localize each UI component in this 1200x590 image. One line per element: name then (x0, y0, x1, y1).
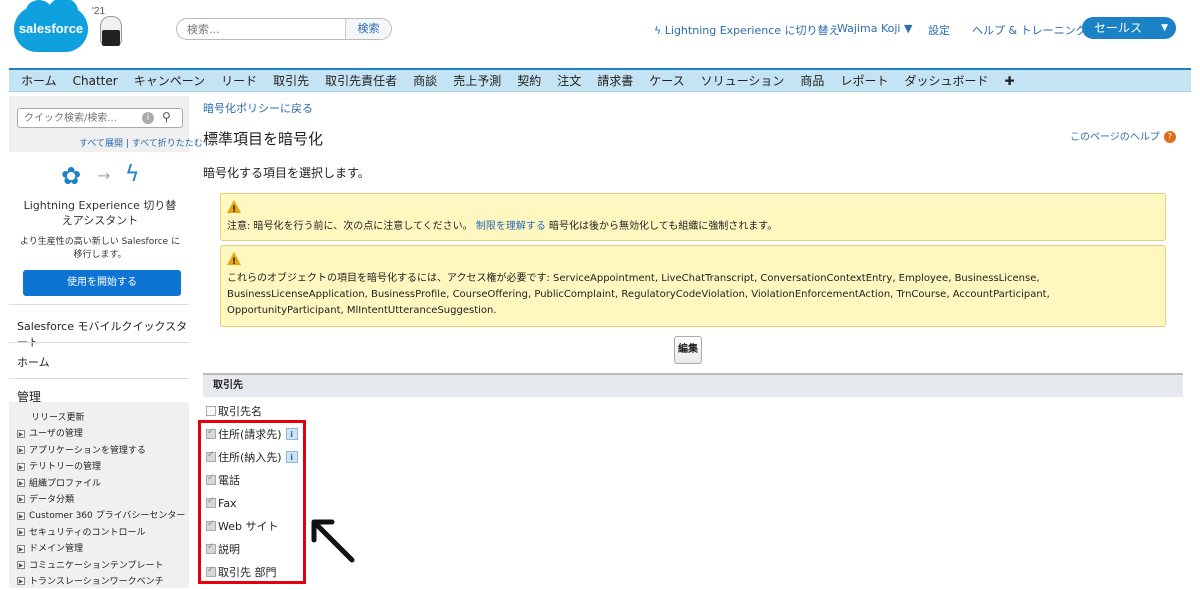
admin-menu-item[interactable]: ▶ コミュニケーションテンプレート (17, 558, 189, 574)
add-tab-icon[interactable]: ✚ (996, 74, 1022, 88)
tab-item[interactable]: 請求書 (589, 72, 641, 89)
salesforce-logo[interactable]: salesforce (14, 0, 88, 52)
admin-menu-item[interactable]: ▶ ユーザの管理 (17, 426, 189, 442)
lightning-bolt-icon: ϟ (654, 24, 662, 37)
lightning-flow-graphic: ✿ → ϟ (61, 162, 151, 192)
expand-icon[interactable]: ▶ (17, 561, 25, 570)
setup-link[interactable]: 設定 (928, 22, 950, 38)
expand-icon[interactable]: ▶ (17, 446, 25, 455)
classic-flower-icon: ✿ (61, 162, 82, 190)
admin-menu-item[interactable]: ▶ テリトリーの管理 (17, 459, 189, 475)
arrow-right-icon: → (97, 166, 111, 185)
info-icon[interactable]: i (142, 112, 154, 124)
annotation-highlight-box (198, 420, 306, 584)
expand-collapse-links[interactable]: すべて展開 | すべて折りたたむ (79, 136, 203, 149)
admin-menu-item-label: 組織プロファイル (29, 478, 102, 489)
quick-find: i ⚲ (17, 108, 183, 128)
expand-icon[interactable]: ▶ (17, 544, 25, 553)
admin-menu-item-label: トランスレーションワークベンチ (29, 576, 164, 587)
admin-menu-item-label: ユーザの管理 (29, 429, 83, 440)
section-header-account: 取引先 (203, 373, 1183, 397)
tab-item[interactable]: 取引先責任者 (317, 72, 405, 89)
warning-icon (227, 200, 241, 218)
divider (9, 342, 189, 343)
tab-item[interactable]: ダッシュボード (896, 72, 996, 89)
lightning-assistant-description: より生産性の高い新しい Salesforce に移行します。 (19, 237, 181, 260)
global-search-button[interactable]: 検索 (345, 19, 391, 39)
tab-item[interactable]: ケース (641, 72, 692, 89)
mascot-dress (102, 30, 120, 46)
admin-menu-item-label: テリトリーの管理 (29, 462, 102, 473)
expand-icon[interactable]: ▶ (17, 429, 25, 438)
admin-menu-item[interactable]: ▶ ドメイン管理 (17, 541, 189, 557)
annotation-arrow-icon (311, 519, 355, 563)
global-search-input[interactable] (185, 21, 345, 37)
edit-button[interactable]: 編集 (674, 336, 702, 364)
page-subtitle: 暗号化する項目を選択します。 (203, 166, 370, 180)
warning-box-limits: 注意: 暗号化を行う前に、次の点に注意してください。 制限を理解する 暗号化は後… (220, 193, 1166, 241)
tab-item[interactable]: 契約 (509, 72, 549, 89)
mobile-quickstart-link[interactable]: Salesforce モバイルクイックスタート (17, 318, 189, 350)
admin-menu-item[interactable]: ▶ アプリケーションを管理する (17, 443, 189, 459)
tab-item[interactable]: ホーム (13, 72, 65, 89)
back-to-encryption-policy-link[interactable]: 暗号化ポリシーに戻る (203, 100, 313, 116)
sidebar: i ⚲ すべて展開 | すべて折りたたむ ✿ → ϟ Lightning Exp… (9, 96, 203, 590)
global-header: salesforce '21 検索 ϟ Lightning Experience… (0, 0, 1200, 64)
lightning-bolt-icon: ϟ (125, 162, 140, 187)
switch-to-lightning-link[interactable]: ϟ Lightning Experience に切り替え (654, 22, 840, 38)
help-icon: ? (1163, 131, 1176, 143)
divider (9, 304, 189, 305)
expand-icon[interactable]: ▶ (17, 577, 25, 586)
admin-menu-item-label: リリース更新 (31, 413, 85, 423)
tab-item[interactable]: レポート (832, 72, 896, 89)
admin-menu-item-label: セキュリティのコントロール (29, 527, 146, 538)
global-search: 検索 (176, 18, 392, 40)
tab-item[interactable]: 注文 (549, 72, 589, 89)
expand-icon[interactable]: ▶ (17, 511, 25, 520)
quick-find-input[interactable] (22, 111, 132, 125)
admin-menu-item[interactable]: ▶ 組織プロファイル (17, 476, 189, 492)
admin-menu-item-label: データ分類 (29, 494, 75, 505)
field-checkbox[interactable] (206, 406, 216, 417)
user-menu[interactable]: Wajima Koji ▼ (837, 22, 912, 35)
admin-menu-item[interactable]: リリース更新 (17, 410, 189, 426)
expand-icon[interactable]: ▶ (17, 528, 25, 537)
help-for-page-link[interactable]: このページのヘルプ? (1070, 128, 1176, 143)
tab-item[interactable]: リード (213, 72, 265, 89)
admin-menu-item[interactable]: ▶ セキュリティのコントロール (17, 525, 189, 541)
tab-item[interactable]: 商品 (792, 72, 832, 89)
tab-bar: ホーム Chatter キャンペーン リード 取引先 取引先責任者 商談 売上予測 契約 注文 請求… (9, 68, 1191, 92)
warning-box-access: これらのオブジェクトの項目を暗号化するには、アクセス権が必要です: Servic… (220, 245, 1166, 327)
caret-down-icon: ▼ (1161, 23, 1168, 33)
expand-icon[interactable]: ▶ (17, 495, 25, 504)
release-year-label: '21 (92, 6, 106, 17)
get-started-button[interactable]: 使用を開始する (23, 270, 181, 296)
admin-menu-item-label: ドメイン管理 (29, 544, 84, 555)
lightning-assistant-title: Lightning Experience 切り替えアシスタント (23, 199, 177, 227)
admin-menu: リリース更新 ▶ ユーザの管理 ▶ アプリケーションを管理する ▶ テリトリーの管理 ▶ 組織プ… (17, 410, 189, 590)
tab-item[interactable]: 売上予測 (445, 72, 509, 89)
app-switcher[interactable]: セールス ▼ (1082, 17, 1176, 39)
field-label: 取引先名 (218, 405, 262, 419)
expand-icon[interactable]: ▶ (17, 462, 25, 471)
expand-icon[interactable]: ▶ (17, 479, 25, 488)
admin-menu-item-label: Customer 360 プライバシーセンター (29, 511, 186, 522)
admin-menu-item-label: アプリケーションを管理する (29, 445, 146, 456)
warning-icon (227, 252, 241, 270)
tab-item[interactable]: 取引先 (265, 72, 317, 89)
tab-item[interactable]: ソリューション (693, 72, 793, 89)
divider (9, 378, 189, 379)
admin-section-title: 管理 (17, 390, 42, 404)
admin-menu-item[interactable]: ▶ データ分類 (17, 492, 189, 508)
admin-menu-item-label: コミュニケーションテンプレート (29, 560, 164, 571)
admin-menu-item[interactable]: ▶ Customer 360 プライバシーセンター (17, 508, 189, 524)
home-link[interactable]: ホーム (17, 354, 50, 370)
help-training-link[interactable]: ヘルプ & トレーニング (972, 22, 1087, 38)
page-title: 標準項目を暗号化 (203, 130, 324, 148)
understand-limits-link[interactable]: 制限を理解する (476, 221, 546, 232)
tab-item[interactable]: 商談 (405, 72, 445, 89)
search-icon[interactable]: ⚲ (162, 110, 171, 124)
tab-item[interactable]: キャンペーン (126, 72, 213, 89)
tab-item[interactable]: Chatter (65, 74, 126, 88)
